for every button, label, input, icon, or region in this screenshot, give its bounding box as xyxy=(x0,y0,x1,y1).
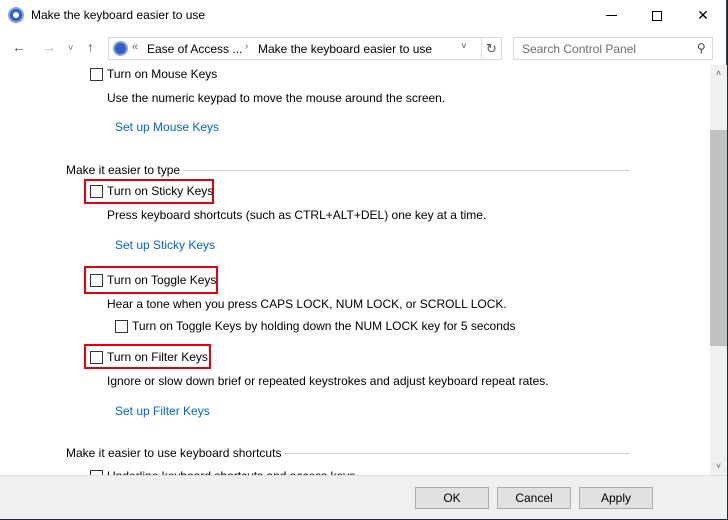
toggle-keys-description: Hear a tone when you press CAPS LOCK, NU… xyxy=(107,297,507,311)
minimize-button[interactable] xyxy=(588,0,634,31)
underline-shortcuts-checkbox-row[interactable]: Underline keyboard shortcuts and access … xyxy=(90,467,355,475)
mouse-keys-label[interactable]: Turn on Mouse Keys xyxy=(107,67,217,81)
sticky-keys-label[interactable]: Turn on Sticky Keys xyxy=(107,184,213,198)
cancel-button[interactable]: Cancel xyxy=(497,487,571,509)
sticky-keys-checkbox[interactable] xyxy=(90,184,103,198)
toggle-keys-checkbox-row[interactable]: Turn on Toggle Keys xyxy=(90,271,216,289)
recent-locations-chevron-icon[interactable]: ˅ xyxy=(68,43,73,53)
filter-keys-checkbox[interactable] xyxy=(90,350,103,364)
forward-arrow-icon[interactable]: → xyxy=(42,39,56,55)
search-input[interactable] xyxy=(514,38,689,59)
setup-sticky-keys-link[interactable]: Set up Sticky Keys xyxy=(115,238,215,252)
close-icon: ✕ xyxy=(697,7,709,23)
refresh-icon[interactable]: ↻ xyxy=(481,38,501,59)
sticky-keys-description: Press keyboard shortcuts (such as CTRL+A… xyxy=(107,208,487,222)
control-panel-window: Make the keyboard easier to use ✕ ← → ˅ … xyxy=(0,0,727,519)
dialog-footer: OK Cancel Apply xyxy=(0,475,727,519)
address-dropdown-icon[interactable]: ˅ xyxy=(461,41,467,52)
scroll-up-arrow-icon[interactable]: ˄ xyxy=(710,65,727,82)
up-arrow-icon[interactable]: ↑ xyxy=(87,39,94,55)
search-box[interactable]: ⚲ xyxy=(513,37,713,60)
mouse-keys-checkbox-row[interactable]: Turn on Mouse Keys xyxy=(90,65,217,83)
content-pane: Turn on Mouse Keys Use the numeric keypa… xyxy=(0,65,709,475)
ok-button[interactable]: OK xyxy=(415,487,489,509)
breadcrumb-overflow-icon[interactable]: « xyxy=(132,41,138,53)
breadcrumb-separator-icon[interactable]: › xyxy=(245,41,248,52)
minimize-icon xyxy=(605,15,617,16)
ease-of-access-icon xyxy=(8,7,24,23)
breadcrumb-ease-of-access[interactable]: Ease of Access ... xyxy=(147,42,242,56)
toggle-keys-numlock-checkbox[interactable] xyxy=(115,319,128,333)
window-title: Make the keyboard easier to use xyxy=(31,8,206,22)
back-arrow-icon[interactable]: ← xyxy=(12,39,26,55)
section-divider xyxy=(183,170,630,171)
close-button[interactable]: ✕ xyxy=(680,0,726,31)
filter-keys-checkbox-row[interactable]: Turn on Filter Keys xyxy=(90,348,208,366)
toggle-keys-label[interactable]: Turn on Toggle Keys xyxy=(107,273,216,287)
vertical-scrollbar[interactable]: ˄ ˅ xyxy=(710,65,727,475)
setup-filter-keys-link[interactable]: Set up Filter Keys xyxy=(115,404,210,418)
address-bar[interactable]: « Ease of Access ... › Make the keyboard… xyxy=(108,37,502,60)
title-bar: Make the keyboard easier to use ✕ xyxy=(0,0,726,31)
filter-keys-label[interactable]: Turn on Filter Keys xyxy=(107,350,208,364)
maximize-icon xyxy=(652,10,662,21)
maximize-button[interactable] xyxy=(634,0,680,31)
scroll-down-arrow-icon[interactable]: ˅ xyxy=(710,458,727,475)
search-icon[interactable]: ⚲ xyxy=(697,41,706,55)
toggle-keys-numlock-label[interactable]: Turn on Toggle Keys by holding down the … xyxy=(132,319,516,333)
section-heading-shortcuts: Make it easier to use keyboard shortcuts xyxy=(66,446,630,460)
section-heading-type: Make it easier to type xyxy=(66,163,630,177)
mouse-keys-description: Use the numeric keypad to move the mouse… xyxy=(107,91,446,105)
toggle-keys-checkbox[interactable] xyxy=(90,273,103,287)
sticky-keys-checkbox-row[interactable]: Turn on Sticky Keys xyxy=(90,182,213,200)
scroll-thumb[interactable] xyxy=(710,130,727,346)
apply-button[interactable]: Apply xyxy=(579,487,653,509)
setup-mouse-keys-link[interactable]: Set up Mouse Keys xyxy=(115,120,219,134)
section-divider xyxy=(284,453,630,454)
breadcrumb-current-page[interactable]: Make the keyboard easier to use xyxy=(258,42,432,56)
section-title-shortcuts: Make it easier to use keyboard shortcuts xyxy=(66,446,282,460)
filter-keys-description: Ignore or slow down brief or repeated ke… xyxy=(107,374,549,388)
toggle-keys-numlock-checkbox-row[interactable]: Turn on Toggle Keys by holding down the … xyxy=(115,317,516,335)
mouse-keys-checkbox[interactable] xyxy=(90,67,103,81)
section-title-type: Make it easier to type xyxy=(66,163,181,177)
navigation-bar: ← → ˅ ↑ « Ease of Access ... › Make the … xyxy=(0,31,726,65)
ease-of-access-icon xyxy=(113,41,128,56)
